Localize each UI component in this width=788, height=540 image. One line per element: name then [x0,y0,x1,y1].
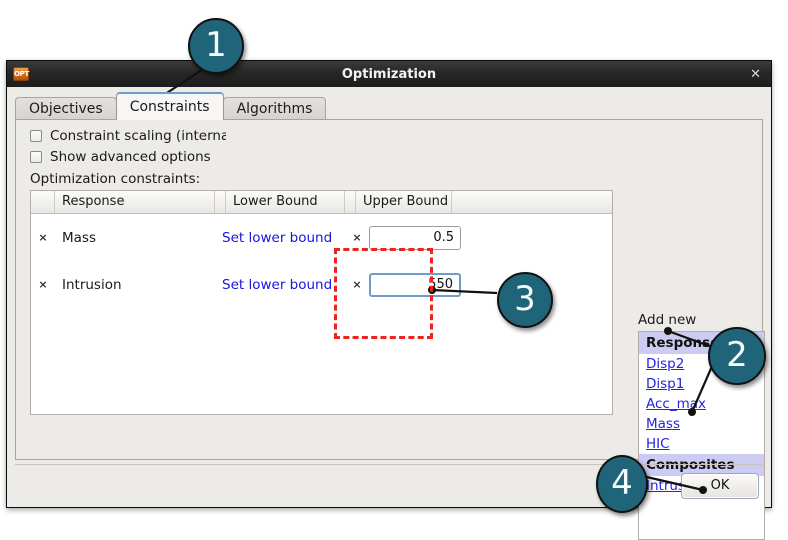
add-new-item-disp2[interactable]: Disp2 [639,354,764,374]
bottom-divider [15,464,763,465]
table-row: × Mass Set lower bound × [31,214,612,261]
constraint-response-name: Intrusion [62,276,122,293]
add-new-label: Add new [638,312,697,328]
table-row: × Intrusion Set lower bound × [31,261,612,308]
table-header-row: Response Lower Bound Upper Bound [31,191,612,214]
constraint-scaling-checkbox[interactable] [30,130,42,142]
constraint-scaling-label: Constraint scaling (interna [50,128,226,144]
add-new-item-hic[interactable]: HIC [639,434,764,454]
set-lower-bound-link[interactable]: Set lower bound [215,277,345,293]
constraints-panel: Constraint scaling (interna Show advance… [15,120,765,540]
tab-bar: Objectives Constraints Algorithms [15,92,327,120]
header-upper-bound[interactable]: Upper Bound [356,191,452,213]
tab-objectives[interactable]: Objectives [15,97,117,120]
constraints-table: Response Lower Bound Upper Bound × Mass … [30,190,613,415]
dialog-body: Objectives Constraints Algorithms Constr… [7,87,771,540]
set-lower-bound-link[interactable]: Set lower bound [215,230,345,246]
header-spacer-3 [452,191,612,213]
title-bar: OPT Optimization ✕ [7,61,771,88]
header-spacer-1 [215,191,226,213]
upper-bound-input[interactable] [369,225,461,250]
clear-upper-bound-icon[interactable]: × [345,278,369,291]
tab-objectives-label: Objectives [29,101,103,117]
header-response[interactable]: Response [55,191,215,213]
add-new-item-mass[interactable]: Mass [639,414,764,434]
tab-constraints[interactable]: Constraints [115,92,224,120]
header-lower-bound[interactable]: Lower Bound [226,191,345,213]
add-new-item-acc-max[interactable]: Acc_max [639,394,764,414]
add-new-item-disp1[interactable]: Disp1 [639,374,764,394]
show-advanced-label: Show advanced options [50,149,211,165]
tab-algorithms-label: Algorithms [236,101,313,117]
tab-constraints-label: Constraints [129,99,210,115]
show-advanced-row[interactable]: Show advanced options [30,149,211,165]
tab-algorithms[interactable]: Algorithms [222,97,327,120]
delete-constraint-icon[interactable]: × [31,231,55,244]
optimization-app-icon: OPT [13,67,29,81]
ok-button[interactable]: OK [681,473,759,499]
add-new-list: Responses Disp2 Disp1 Acc_max Mass HIC C… [638,331,765,540]
optimization-constraints-label: Optimization constraints: [30,171,201,187]
show-advanced-checkbox[interactable] [30,151,42,163]
constraint-scaling-row[interactable]: Constraint scaling (interna [30,128,226,144]
window-title: Optimization [341,66,437,82]
clear-upper-bound-icon[interactable]: × [345,231,369,244]
optimization-dialog: OPT Optimization ✕ Objectives Constraint… [6,60,772,540]
group-header-responses: Responses [639,332,764,354]
constraint-response-name: Mass [62,229,96,246]
close-icon[interactable]: ✕ [750,68,761,81]
upper-bound-input[interactable] [369,272,461,297]
header-spacer-2 [345,191,356,213]
delete-constraint-icon[interactable]: × [31,278,55,291]
header-delete-col [31,191,55,213]
